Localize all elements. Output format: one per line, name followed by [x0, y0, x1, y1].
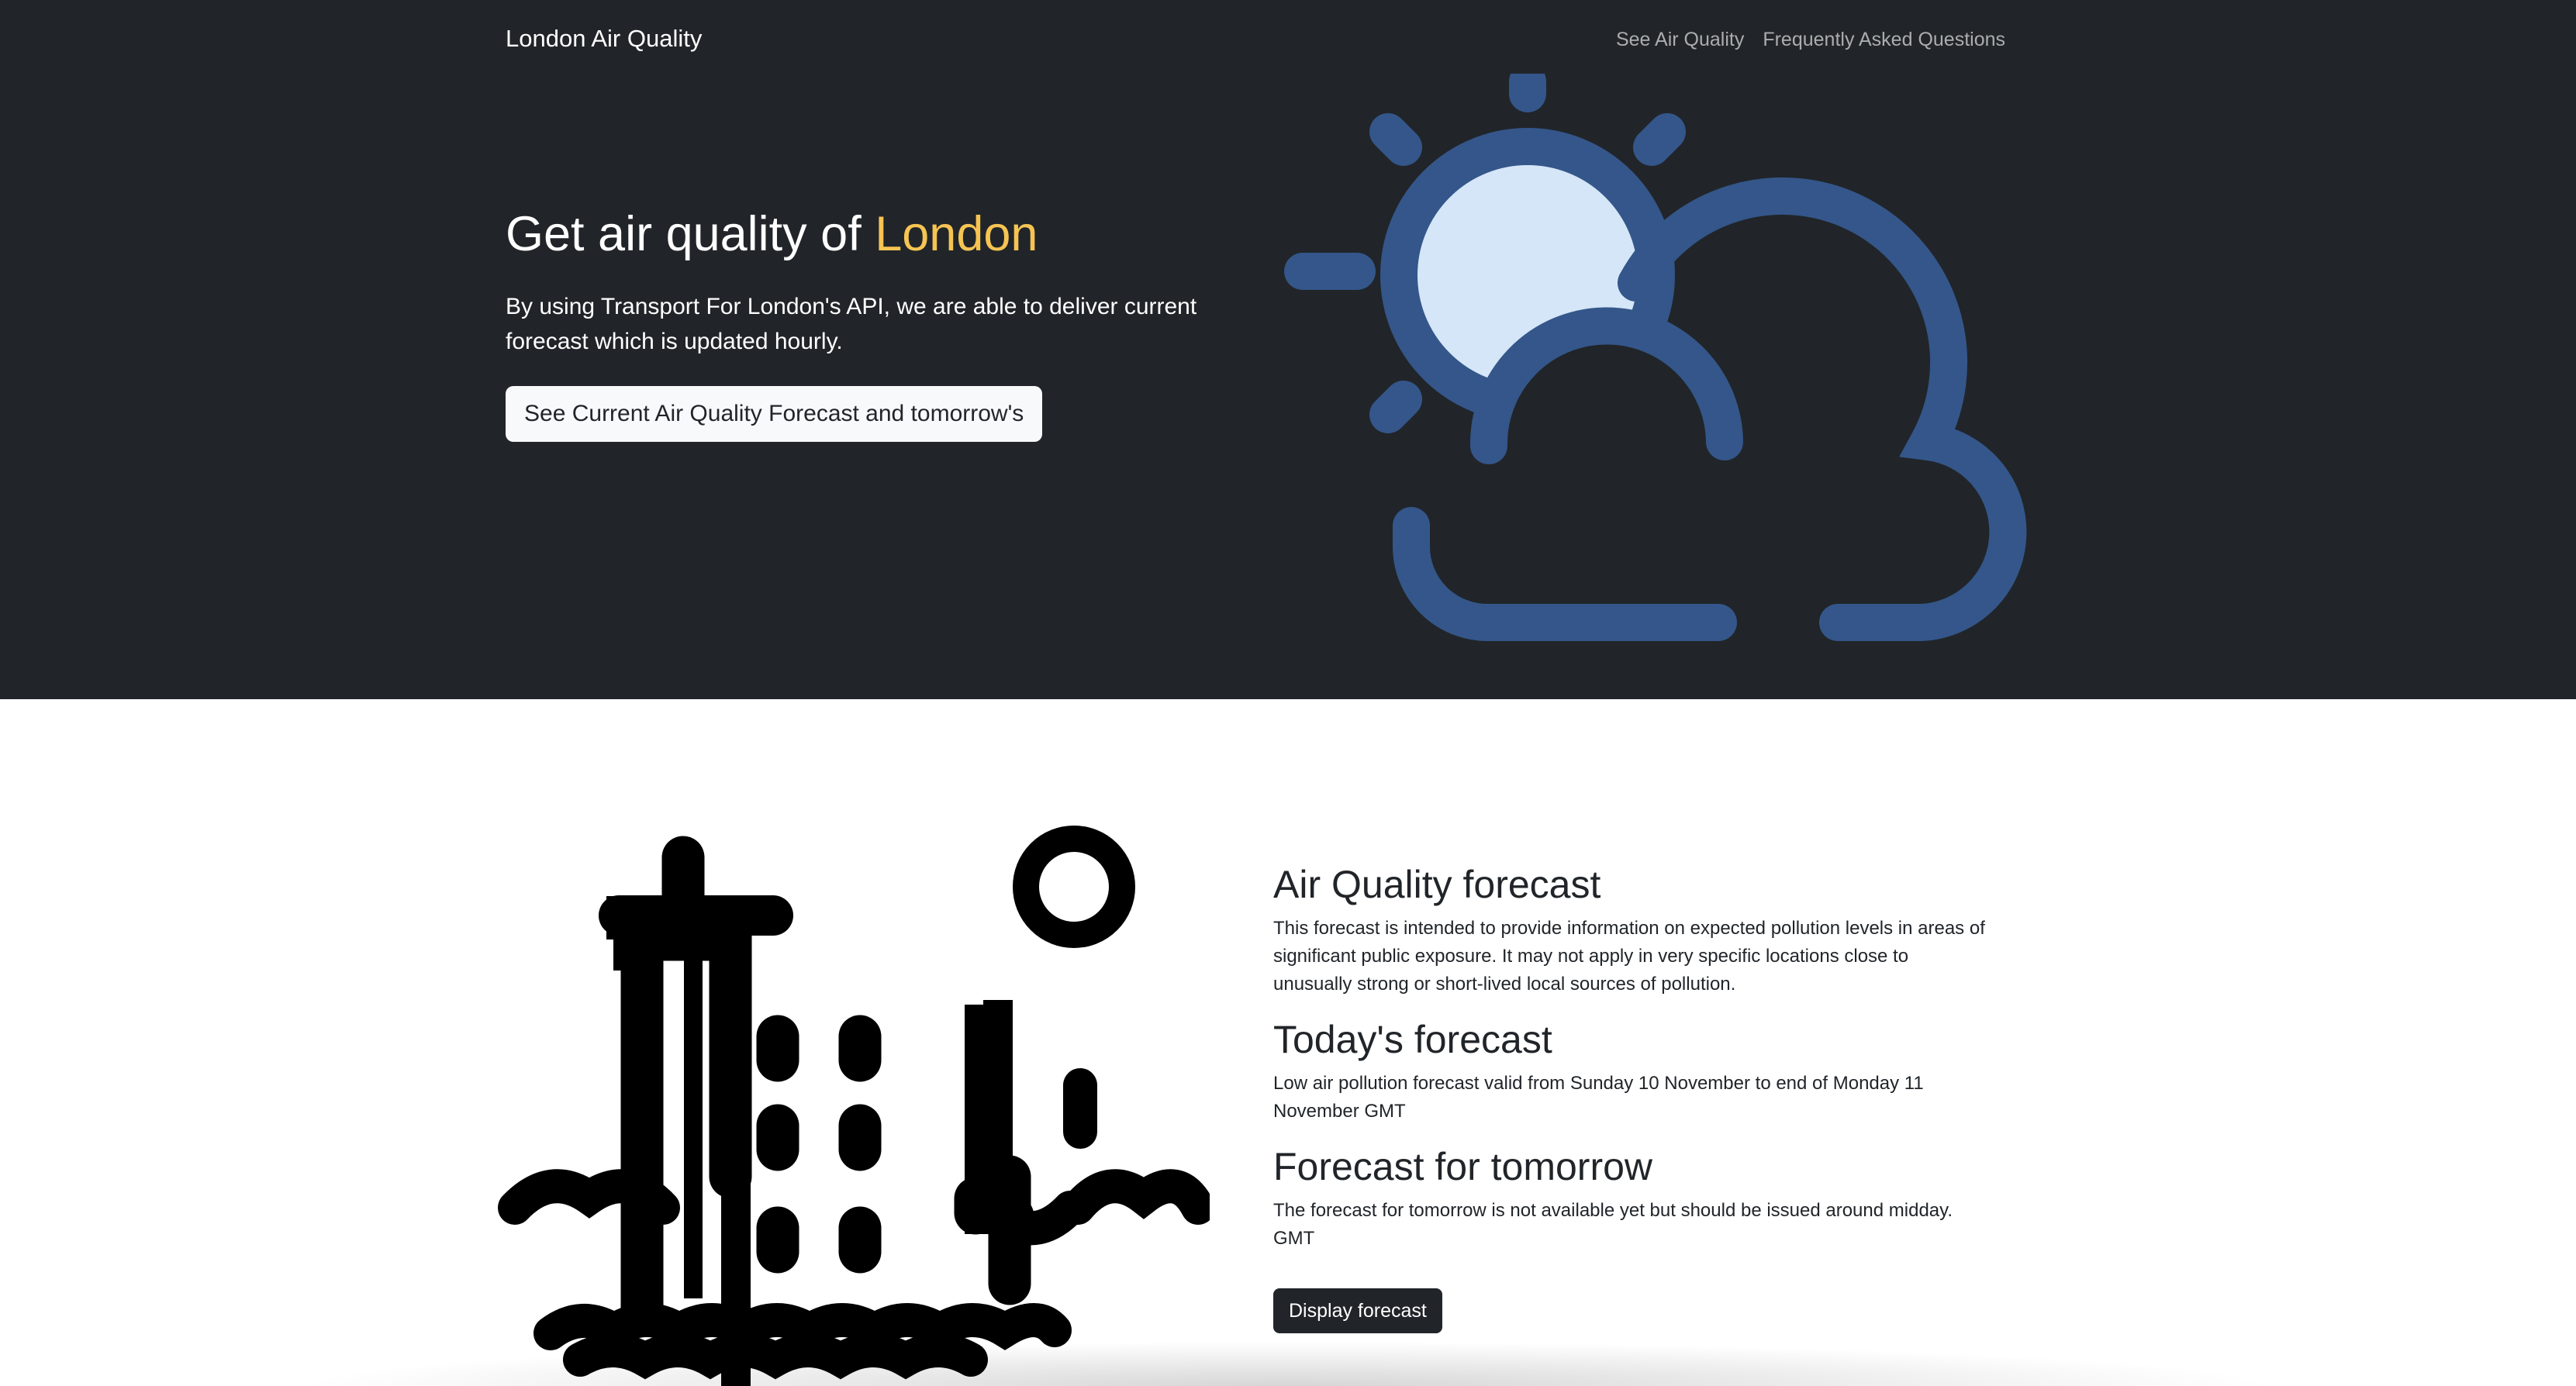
tomorrow-forecast-section: Forecast for tomorrow The forecast for t…: [1273, 1143, 1987, 1253]
sun-behind-cloud-icon: [1284, 74, 2027, 641]
nav-link-faq[interactable]: Frequently Asked Questions: [1763, 26, 2005, 53]
hero-description: By using Transport For London's API, we …: [506, 294, 1197, 354]
city-buildings-smog-icon: [498, 826, 1210, 1386]
navbar-links: See Air Quality Frequently Asked Questio…: [1616, 26, 2005, 53]
air-quality-section: Air Quality forecast This forecast is in…: [1273, 860, 1987, 998]
forecast-info: Air Quality forecast This forecast is in…: [1273, 860, 1987, 1333]
hero-title-prefix: Get air quality of: [506, 207, 875, 261]
today-forecast-section: Today's forecast Low air pollution forec…: [1273, 1015, 1987, 1126]
today-forecast-body: Low air pollution forecast valid from Su…: [1273, 1073, 1924, 1122]
display-forecast-button[interactable]: Display forecast: [1273, 1288, 1442, 1333]
nav-link-see-air-quality[interactable]: See Air Quality: [1616, 26, 1744, 53]
hero-title-highlight: London: [875, 207, 1038, 261]
tomorrow-forecast-heading: Forecast for tomorrow: [1273, 1145, 1653, 1188]
today-forecast-heading: Today's forecast: [1273, 1018, 1552, 1061]
see-forecast-button[interactable]: See Current Air Quality Forecast and tom…: [506, 386, 1043, 442]
air-quality-heading: Air Quality forecast: [1273, 863, 1601, 906]
air-quality-body: This forecast is intended to provide inf…: [1273, 918, 1985, 995]
hero-title: Get air quality of London: [506, 203, 1038, 265]
navbar-brand[interactable]: London Air Quality: [506, 23, 702, 54]
hero-section: London Air Quality See Air Quality Frequ…: [0, 0, 2576, 699]
section-fade: [295, 1341, 2280, 1386]
tomorrow-forecast-body: The forecast for tomorrow is not availab…: [1273, 1200, 1953, 1249]
